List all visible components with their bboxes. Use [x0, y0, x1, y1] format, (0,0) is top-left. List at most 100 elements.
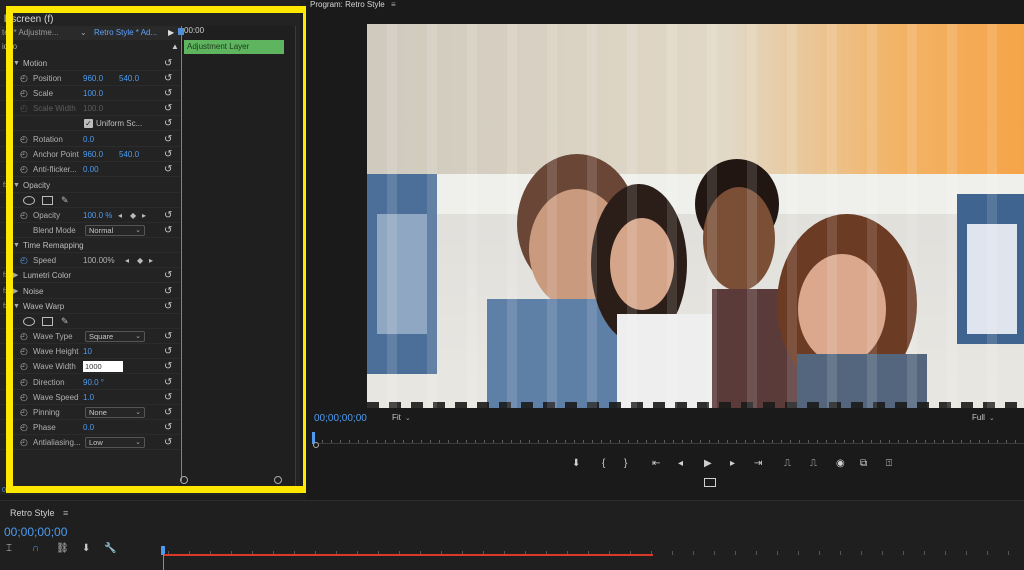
- extract-icon[interactable]: ⎍: [810, 458, 817, 469]
- zoom-handle-right[interactable]: [274, 476, 282, 484]
- add-marker-icon[interactable]: ⬇: [82, 543, 90, 554]
- program-monitor-title[interactable]: Program: Retro Style: [310, 0, 385, 9]
- effect-controls-timeline[interactable]: 00:00 Adjustment Layer: [178, 26, 296, 486]
- stopwatch-icon[interactable]: ◴: [20, 359, 28, 374]
- keyframe-diamond-icon[interactable]: ◆: [137, 253, 143, 268]
- expand-triangle-icon[interactable]: ▶: [13, 268, 18, 283]
- wave-type-dropdown[interactable]: Square ⌄: [85, 331, 145, 342]
- expand-triangle-icon[interactable]: ▼: [13, 299, 20, 314]
- uniform-scale-checkbox[interactable]: ✓: [84, 119, 93, 128]
- reset-icon[interactable]: ↺: [164, 132, 172, 147]
- insert-sequence-nest-icon[interactable]: ⌶: [6, 543, 12, 554]
- pen-mask-icon[interactable]: ✎: [61, 314, 72, 326]
- scroll-up-icon[interactable]: ▲: [171, 42, 179, 51]
- step-forward-icon[interactable]: ▸: [730, 458, 735, 469]
- stopwatch-icon[interactable]: ◴: [20, 132, 28, 147]
- step-back-icon[interactable]: ◂: [678, 458, 683, 469]
- comparison-view-icon[interactable]: ⧉: [860, 458, 867, 469]
- playback-resolution-dropdown[interactable]: Full ⌄: [972, 413, 995, 422]
- timeline-playhead-timecode[interactable]: 00;00;00;00: [4, 525, 67, 539]
- reset-icon[interactable]: ↺: [164, 56, 172, 71]
- stopwatch-icon[interactable]: ◴: [20, 344, 28, 359]
- reset-icon[interactable]: ↺: [164, 116, 172, 131]
- lift-icon[interactable]: ⎍: [784, 458, 791, 469]
- mark-in-icon[interactable]: {: [602, 458, 605, 469]
- blend-mode-dropdown[interactable]: Normal ⌄: [85, 225, 145, 236]
- stopwatch-icon[interactable]: ◴: [20, 420, 28, 435]
- fx-badge-icon[interactable]: fx: [3, 284, 8, 299]
- sequence-clip-tab[interactable]: Retro Style * Ad...: [94, 26, 157, 40]
- phase-value[interactable]: 0.0: [83, 420, 94, 435]
- effect-row-lumetri[interactable]: fx ▶ Lumetri Color ↺: [0, 268, 180, 283]
- stopwatch-icon[interactable]: ◴: [20, 147, 28, 162]
- stopwatch-icon[interactable]: ◴: [20, 86, 28, 101]
- reset-icon[interactable]: ↺: [164, 208, 172, 223]
- wrench-settings-icon[interactable]: 🔧: [104, 543, 116, 554]
- reset-icon[interactable]: ↺: [164, 435, 172, 450]
- expand-triangle-icon[interactable]: ▼: [13, 178, 20, 193]
- stopwatch-icon[interactable]: ◴: [20, 390, 28, 405]
- stopwatch-icon[interactable]: ◴: [20, 375, 28, 390]
- reset-icon[interactable]: ↺: [164, 284, 172, 299]
- reset-icon[interactable]: ↺: [164, 299, 172, 314]
- timeline-playhead-line[interactable]: [163, 553, 164, 570]
- reset-icon[interactable]: ↺: [164, 375, 172, 390]
- rectangle-mask-icon[interactable]: [42, 317, 53, 326]
- mark-out-icon[interactable]: }: [624, 458, 627, 469]
- keyframe-diamond-icon[interactable]: ◆: [130, 208, 136, 223]
- stopwatch-icon[interactable]: ◴: [20, 405, 28, 420]
- antialiasing-dropdown[interactable]: Low ⌄: [85, 437, 145, 448]
- stopwatch-icon[interactable]: ◴: [20, 71, 28, 86]
- next-keyframe-icon[interactable]: ▸: [149, 253, 153, 268]
- reset-icon[interactable]: ↺: [164, 162, 172, 177]
- fx-badge-icon[interactable]: fx: [3, 178, 8, 193]
- effect-controls-timecode[interactable]: 00;00;00;00: [0, 487, 300, 496]
- snap-magnet-icon[interactable]: ∩: [32, 543, 39, 554]
- program-time-ruler[interactable]: [312, 432, 1024, 448]
- master-clip-tab[interactable]: ter * Adjustme...: [2, 26, 58, 40]
- wave-height-value[interactable]: 10: [83, 344, 92, 359]
- reset-icon[interactable]: ↺: [164, 71, 172, 86]
- stopwatch-icon[interactable]: ◴: [20, 208, 28, 223]
- program-playhead-timecode[interactable]: 00;00;00;00: [314, 413, 367, 424]
- prev-keyframe-icon[interactable]: ◂: [118, 208, 122, 223]
- add-marker-icon[interactable]: ⬇: [572, 458, 580, 469]
- reset-icon[interactable]: ↺: [164, 86, 172, 101]
- ellipse-mask-icon[interactable]: [23, 196, 35, 205]
- stopwatch-icon[interactable]: ◴: [20, 329, 28, 344]
- button-editor-icon[interactable]: ⍐: [886, 458, 892, 469]
- stopwatch-icon[interactable]: ◴: [20, 435, 28, 450]
- wave-speed-value[interactable]: 1.0: [83, 390, 94, 405]
- playhead-handle[interactable]: [178, 28, 184, 35]
- reset-icon[interactable]: ↺: [164, 359, 172, 374]
- fx-badge-icon[interactable]: fx: [3, 268, 8, 283]
- panel-menu-icon[interactable]: ≡: [63, 508, 68, 518]
- toggle-vr-icon[interactable]: [704, 478, 716, 487]
- zoom-level-dropdown[interactable]: Fit ⌄: [392, 413, 411, 422]
- pinning-dropdown[interactable]: None ⌄: [85, 407, 145, 418]
- reset-icon[interactable]: ↺: [164, 147, 172, 162]
- wave-width-input[interactable]: 1000: [83, 361, 123, 372]
- adjustment-layer-clip[interactable]: Adjustment Layer: [184, 40, 284, 54]
- expand-triangle-icon[interactable]: ▼: [13, 238, 20, 253]
- zoom-handle-left[interactable]: [180, 476, 188, 484]
- effect-row-noise[interactable]: fx ▶ Noise ↺: [0, 284, 180, 299]
- timeline-tab[interactable]: Retro Style ≡: [10, 508, 68, 518]
- reset-icon[interactable]: ↺: [164, 420, 172, 435]
- reset-icon[interactable]: ↺: [164, 268, 172, 283]
- playhead-ring-icon[interactable]: [313, 442, 319, 448]
- anti-flicker-value[interactable]: 0.00: [83, 162, 99, 177]
- rotation-value[interactable]: 0.0: [83, 132, 94, 147]
- reset-icon[interactable]: ↺: [164, 390, 172, 405]
- position-y-value[interactable]: 540.0: [119, 71, 139, 86]
- linked-selection-icon[interactable]: ⛓: [56, 543, 69, 554]
- scale-value[interactable]: 100.0: [83, 86, 103, 101]
- reset-icon[interactable]: ↺: [164, 329, 172, 344]
- play-only-clip-icon[interactable]: ▶: [168, 26, 174, 40]
- chevron-down-icon[interactable]: ⌄: [80, 26, 87, 40]
- reset-icon[interactable]: ↺: [164, 101, 172, 116]
- stopwatch-icon[interactable]: ◴: [20, 253, 28, 268]
- prev-keyframe-icon[interactable]: ◂: [125, 253, 129, 268]
- program-video-frame[interactable]: [367, 24, 1024, 408]
- ellipse-mask-icon[interactable]: [23, 317, 35, 326]
